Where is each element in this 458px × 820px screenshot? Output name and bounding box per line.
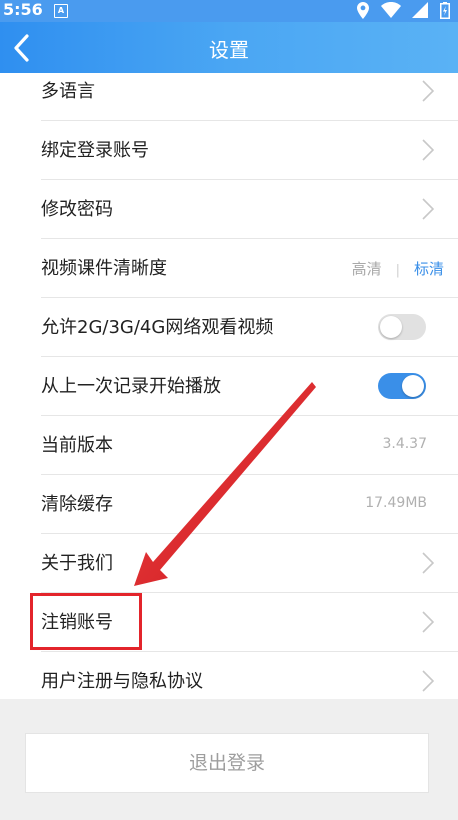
settings-item-video-quality: 视频课件清晰度 高清 | 标清 bbox=[0, 239, 458, 298]
status-icons bbox=[351, 2, 450, 21]
chevron-right-icon bbox=[422, 80, 434, 102]
settings-item-about-us[interactable]: 关于我们 bbox=[0, 534, 458, 593]
settings-item-change-password[interactable]: 修改密码 bbox=[0, 180, 458, 239]
chevron-right-icon bbox=[422, 552, 434, 574]
settings-item-resume-playback: 从上一次记录开始播放 bbox=[0, 357, 458, 416]
quality-option-hd[interactable]: 高清 bbox=[352, 260, 382, 278]
video-quality-selector: 高清 | 标清 bbox=[352, 258, 444, 279]
mobile-network-toggle[interactable] bbox=[378, 314, 426, 340]
toggle-knob bbox=[380, 316, 402, 338]
settings-item-label: 清除缓存 bbox=[41, 494, 113, 515]
settings-item-language[interactable]: 多语言 bbox=[0, 73, 458, 121]
settings-item-label: 视频课件清晰度 bbox=[41, 258, 167, 279]
settings-item-label: 绑定登录账号 bbox=[41, 140, 149, 161]
location-icon bbox=[357, 2, 370, 19]
signal-icon bbox=[412, 2, 429, 18]
status-time: 5:56 bbox=[3, 0, 43, 19]
settings-item-bind-account[interactable]: 绑定登录账号 bbox=[0, 121, 458, 180]
settings-item-privacy-agreement[interactable]: 用户注册与隐私协议 bbox=[0, 652, 458, 699]
settings-item-label: 多语言 bbox=[41, 81, 95, 102]
cache-size-value: 17.49MB bbox=[365, 495, 427, 511]
settings-item-current-version: 当前版本 3.4.37 bbox=[0, 416, 458, 475]
settings-item-label: 当前版本 bbox=[41, 435, 113, 456]
wifi-icon bbox=[380, 2, 401, 19]
chevron-right-icon bbox=[422, 611, 434, 633]
battery-charging-icon bbox=[440, 2, 450, 19]
chevron-right-icon bbox=[422, 198, 434, 220]
settings-item-label: 用户注册与隐私协议 bbox=[41, 671, 203, 692]
chevron-right-icon bbox=[422, 139, 434, 161]
page-title: 设置 bbox=[209, 38, 249, 62]
logout-button[interactable]: 退出登录 bbox=[25, 733, 429, 793]
settings-item-label: 修改密码 bbox=[41, 199, 113, 220]
settings-item-label: 关于我们 bbox=[41, 553, 113, 574]
toggle-knob bbox=[402, 375, 424, 397]
chevron-right-icon bbox=[422, 670, 434, 692]
version-value: 3.4.37 bbox=[382, 436, 427, 452]
resume-playback-toggle[interactable] bbox=[378, 373, 426, 399]
quality-option-sd[interactable]: 标清 bbox=[414, 260, 444, 278]
settings-item-label: 从上一次记录开始播放 bbox=[41, 376, 221, 397]
quality-separator: | bbox=[395, 263, 400, 278]
status-bar: 5:56 A bbox=[0, 0, 458, 22]
notification-icon: A bbox=[54, 4, 68, 18]
annotation-highlight-box bbox=[30, 593, 142, 650]
settings-item-label: 允许2G/3G/4G网络观看视频 bbox=[41, 317, 274, 338]
settings-item-mobile-network: 允许2G/3G/4G网络观看视频 bbox=[0, 298, 458, 357]
app-header: 设置 bbox=[0, 22, 458, 73]
settings-item-clear-cache[interactable]: 清除缓存 17.49MB bbox=[0, 475, 458, 534]
